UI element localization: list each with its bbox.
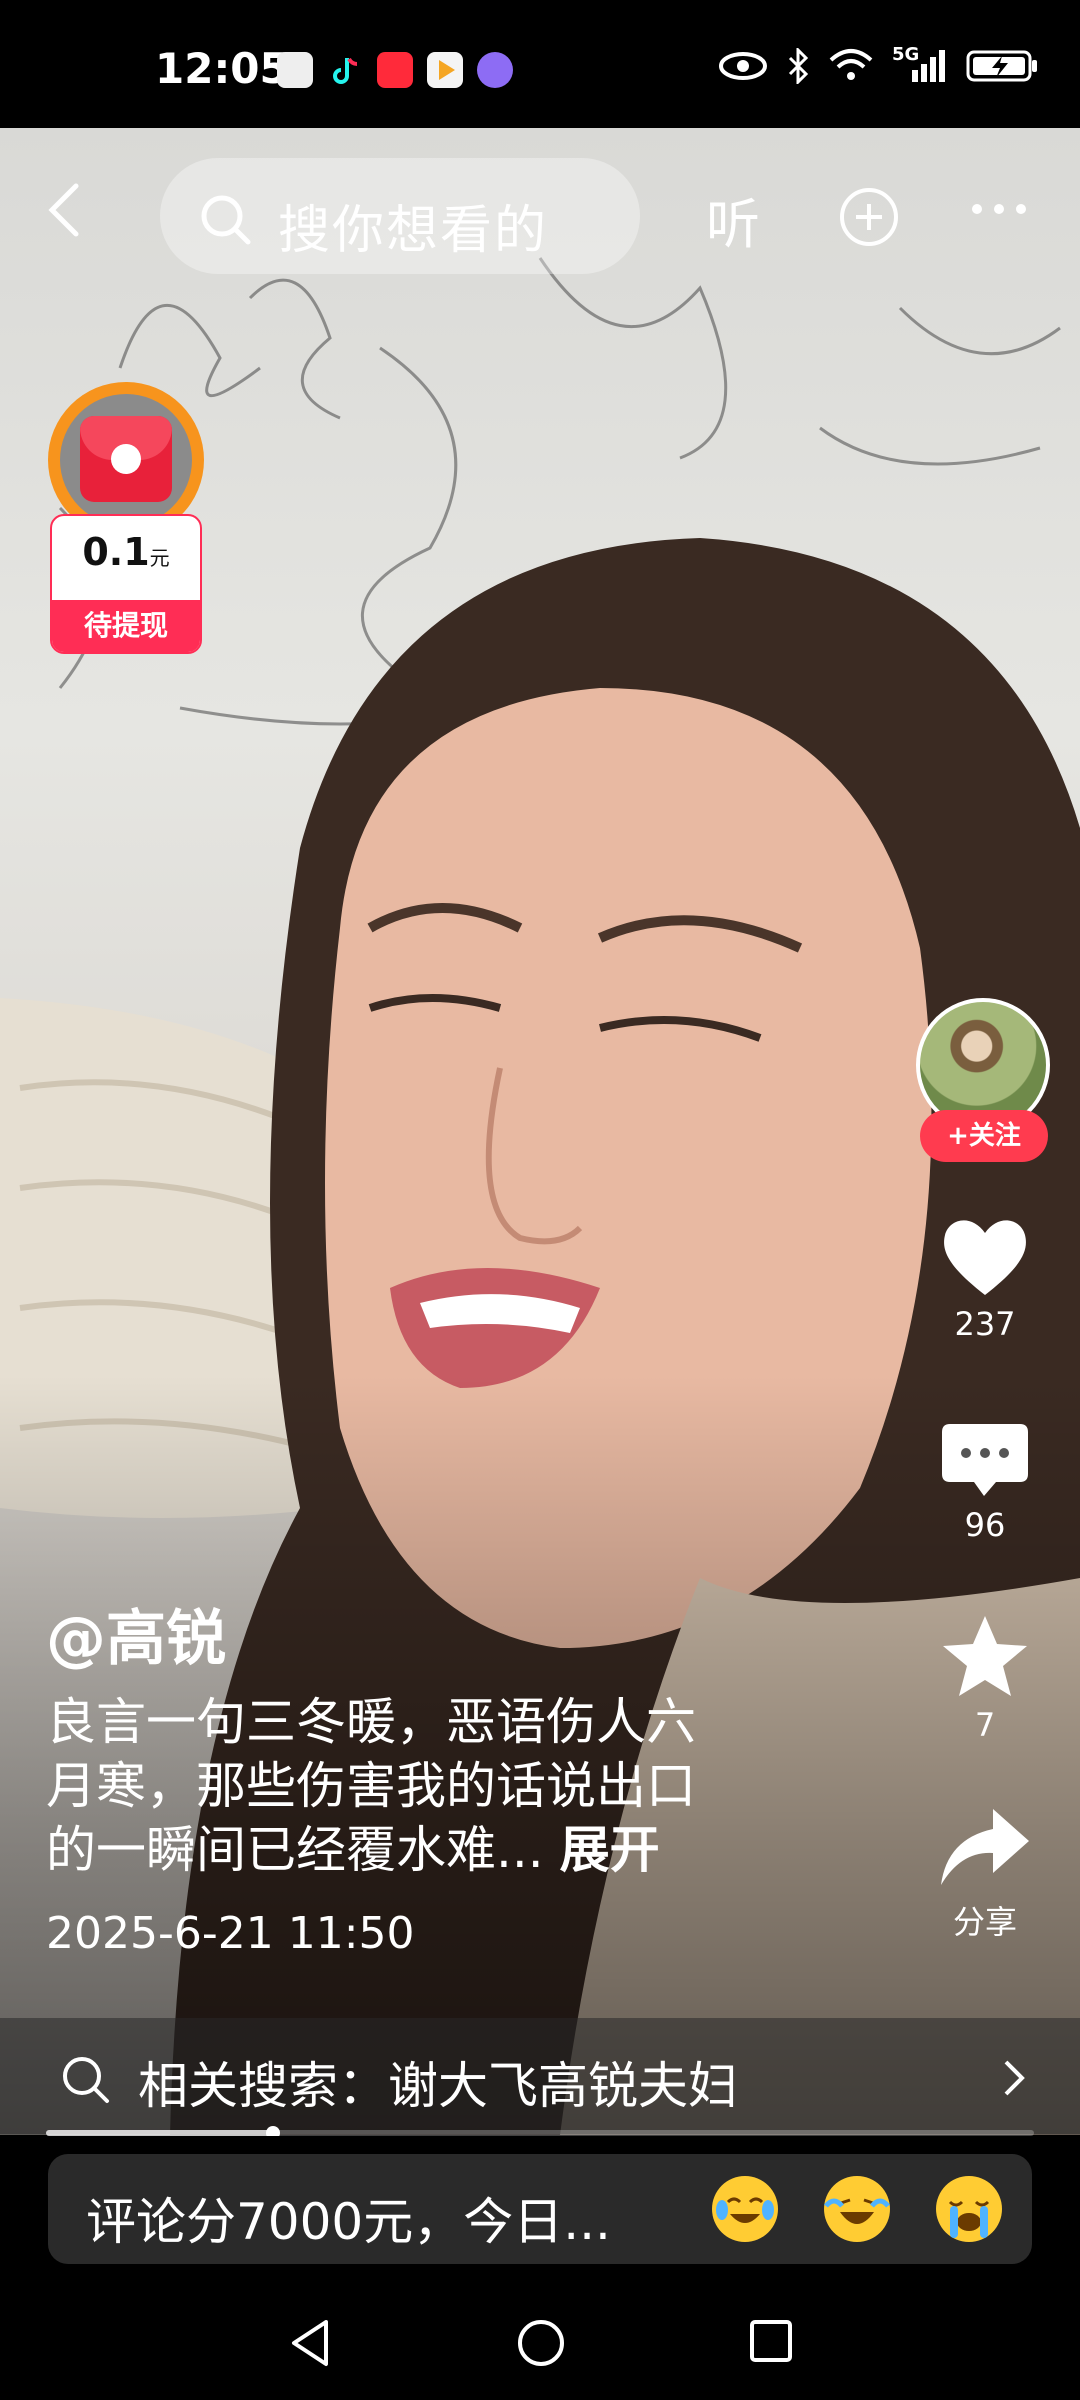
listen-button[interactable]: 听 [706,180,760,259]
red-packet-card: 0.1元 待提现 [50,514,202,654]
wifi-icon [829,49,873,80]
red-envelope-icon [80,416,172,502]
emoji-shortcuts [712,2176,1002,2242]
status-time: 12:05 [155,44,289,93]
comment-bubble-icon [942,1424,1028,1496]
app-screen: 12:05 5G 搜你想看的 听 0.1元 待提现 +关注 237 96 7 分… [0,0,1080,2400]
loudly-crying-emoji[interactable] [936,2176,1002,2242]
purple-ball-app-icon [477,52,513,88]
red-packet-status: 待提现 [52,600,200,652]
top-bar: 搜你想看的 听 [0,140,1080,280]
share-button[interactable]: 分享 [910,1805,1060,1943]
system-nav-bar [0,2276,1080,2400]
star-icon [943,1616,1027,1696]
favorite-count: 7 [974,1706,996,1744]
nav-back-icon[interactable] [288,2318,332,2368]
bluetooth-icon [788,48,809,84]
notification-icons [277,52,513,88]
signal-icon: 5G [892,44,948,84]
comment-placeholder: 评论分7000元，今日... [86,2193,611,2251]
red-packet-amount: 0.1元 [82,530,170,574]
author-name[interactable]: @高锐 [46,1590,226,1677]
share-label: 分享 [952,1903,1017,1941]
search-icon [63,2057,109,2103]
huawei-app-icon [277,52,313,88]
nav-home-icon[interactable] [516,2318,566,2368]
related-search-text: 相关搜索：谢大飞高锐夫妇 [138,2057,738,2115]
tiktok-icon [327,52,363,88]
back-arrow-icon[interactable] [40,180,90,240]
description-line: 月寒，那些伤害我的话说出口 [46,1757,696,1815]
search-icon [201,195,251,245]
like-button[interactable]: 237 [910,1215,1060,1343]
eye-icon [719,52,767,80]
chevron-right-icon [1004,2060,1025,2096]
red-app-icon [377,52,413,88]
post-description[interactable]: 良言一句三冬暖，恶语伤人六 月寒，那些伤害我的话说出口 的一瞬间已经覆水难...… [46,1690,826,1882]
nav-recents-icon[interactable] [748,2318,794,2364]
favorite-button[interactable]: 7 [910,1612,1060,1744]
related-search-bar[interactable]: 相关搜索：谢大飞高锐夫妇 [0,2018,1080,2134]
comment-bar: 评论分7000元，今日... [0,2136,1080,2276]
laughing-crying-emoji[interactable] [824,2176,890,2242]
search-bar[interactable]: 搜你想看的 [160,158,640,274]
status-indicators: 5G [718,44,1040,84]
tears-of-joy-emoji[interactable] [712,2176,778,2242]
description-line: 良言一句三冬暖，恶语伤人六 [46,1693,696,1751]
red-packet-widget[interactable]: 0.1元 待提现 [48,382,204,656]
more-icon[interactable] [972,204,1026,214]
follow-button[interactable]: +关注 [920,1110,1048,1162]
comment-button[interactable]: 96 [910,1420,1060,1544]
expand-link[interactable]: 展开 [560,1821,660,1879]
comment-input[interactable]: 评论分7000元，今日... [48,2154,1032,2264]
description-line: 的一瞬间已经覆水难... [46,1821,544,1879]
post-datetime: 2025-6-21 11:50 [46,1908,415,1959]
battery-charging-icon [966,50,1037,82]
comment-count: 96 [964,1506,1006,1544]
add-circle-icon[interactable] [838,186,900,248]
share-arrow-icon [941,1809,1029,1885]
video-play-app-icon [427,52,463,88]
heart-icon [944,1220,1026,1295]
search-placeholder: 搜你想看的 [278,201,549,261]
status-bar: 12:05 5G [0,0,1080,128]
like-count: 237 [954,1305,1016,1343]
